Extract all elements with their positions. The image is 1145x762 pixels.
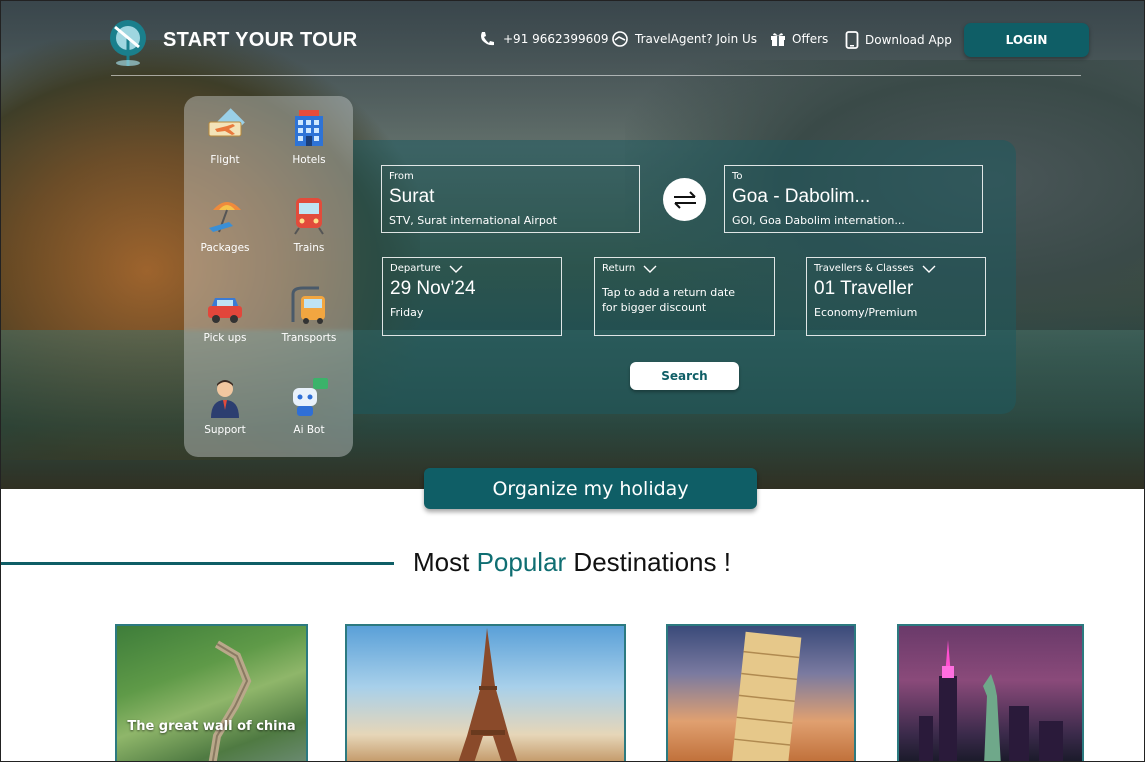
destination-card-new-york[interactable] (897, 624, 1084, 762)
section-title-post: Destinations ! (566, 547, 731, 577)
support-agent-icon (211, 380, 239, 418)
service-label: Flight (210, 154, 240, 166)
service-label: Ai Bot (293, 424, 325, 436)
swap-arrows-icon (673, 190, 696, 209)
phone-icon (481, 32, 494, 46)
service-packages[interactable]: Packages (190, 196, 260, 254)
bus-icon (291, 286, 325, 324)
from-field[interactable]: From Surat STV, Surat international Airp… (381, 165, 640, 233)
section-title-pre: Most (413, 547, 477, 577)
section-divider-line (0, 562, 394, 565)
top-navigation: START YOUR TOUR +91 9662399609 TravelAge… (0, 0, 1145, 76)
swap-button[interactable] (663, 178, 706, 221)
travellers-field[interactable]: Travellers & Classes 01 Traveller Econom… (806, 257, 986, 336)
great-wall-image (208, 640, 252, 762)
handshake-icon (612, 31, 628, 47)
download-app-label: Download App (865, 33, 952, 47)
service-label: Trains (293, 242, 325, 254)
service-hotels[interactable]: Hotels (274, 108, 344, 166)
mobile-phone-icon (845, 31, 859, 49)
leaning-tower-image (731, 631, 802, 762)
departure-date: 29 Nov’24 (390, 278, 476, 299)
service-label: Pick ups (203, 332, 247, 344)
new-york-skyline-image (919, 640, 1063, 762)
from-label: From (389, 171, 414, 182)
section-title: Most Popular Destinations ! (413, 547, 731, 578)
logo-icon[interactable] (105, 17, 151, 67)
return-hint-line2: for bigger discount (602, 301, 707, 314)
return-label: Return (602, 263, 636, 274)
service-flight[interactable]: Flight (190, 108, 260, 166)
car-icon (208, 298, 242, 323)
from-city: Surat (389, 186, 435, 207)
robot-icon (293, 378, 328, 416)
travel-agent-link[interactable]: TravelAgent? Join Us (611, 31, 757, 47)
travellers-label: Travellers & Classes (814, 263, 914, 274)
section-title-accent: Popular (476, 547, 567, 577)
to-city: Goa - Dabolim... (732, 186, 871, 207)
header-divider (111, 75, 1081, 76)
departure-field[interactable]: Departure 29 Nov’24 Friday (382, 257, 562, 336)
phone-number: +91 9662399609 (503, 32, 609, 46)
travel-class: Economy/Premium (814, 306, 918, 319)
from-airport: STV, Surat international Airpot (389, 214, 557, 227)
destination-label: The great wall of china (127, 719, 296, 734)
destination-card-eiffel-tower[interactable] (345, 624, 626, 762)
to-label: To (732, 171, 743, 182)
service-label: Transports (281, 332, 337, 344)
service-menu: Flight Hotels Packages Trains Pick ups T… (184, 96, 353, 457)
organize-holiday-button[interactable]: Organize my holiday (424, 468, 757, 509)
return-hint-line1: Tap to add a return date (602, 286, 736, 299)
hotel-icon (295, 110, 323, 146)
destination-card-leaning-tower[interactable] (666, 624, 856, 762)
brand-name[interactable]: START YOUR TOUR (163, 29, 358, 52)
train-icon (294, 198, 324, 235)
service-transports[interactable]: Transports (274, 286, 344, 344)
service-label: Hotels (292, 154, 326, 166)
departure-day: Friday (390, 306, 424, 319)
service-pickups[interactable]: Pick ups (190, 286, 260, 344)
destination-card-great-wall[interactable]: The great wall of china (115, 624, 308, 762)
to-field[interactable]: To Goa - Dabolim... GOI, Goa Dabolim int… (724, 165, 983, 233)
offers-link[interactable]: Offers (770, 31, 828, 47)
download-app-link[interactable]: Download App (845, 31, 952, 49)
chevron-down-icon (643, 265, 657, 273)
to-airport: GOI, Goa Dabolim internation... (732, 214, 905, 227)
travel-agent-label: TravelAgent? Join Us (635, 32, 758, 46)
chevron-down-icon (922, 265, 936, 273)
login-button[interactable]: LOGIN (964, 23, 1089, 57)
service-label: Support (204, 424, 246, 436)
chevron-down-icon (449, 265, 463, 273)
travellers-count: 01 Traveller (814, 278, 914, 299)
eiffel-tower-image (458, 628, 518, 762)
beach-package-icon (209, 202, 241, 233)
gift-icon (771, 33, 785, 46)
phone-link[interactable]: +91 9662399609 (479, 31, 609, 47)
service-trains[interactable]: Trains (274, 196, 344, 254)
return-field[interactable]: Return Tap to add a return date for bigg… (594, 257, 775, 336)
departure-label: Departure (390, 263, 441, 274)
flight-icon (208, 108, 245, 137)
search-button[interactable]: Search (630, 362, 739, 390)
service-label: Packages (200, 242, 250, 254)
service-ai-bot[interactable]: Ai Bot (274, 378, 344, 436)
service-support[interactable]: Support (190, 378, 260, 436)
offers-label: Offers (792, 32, 829, 46)
